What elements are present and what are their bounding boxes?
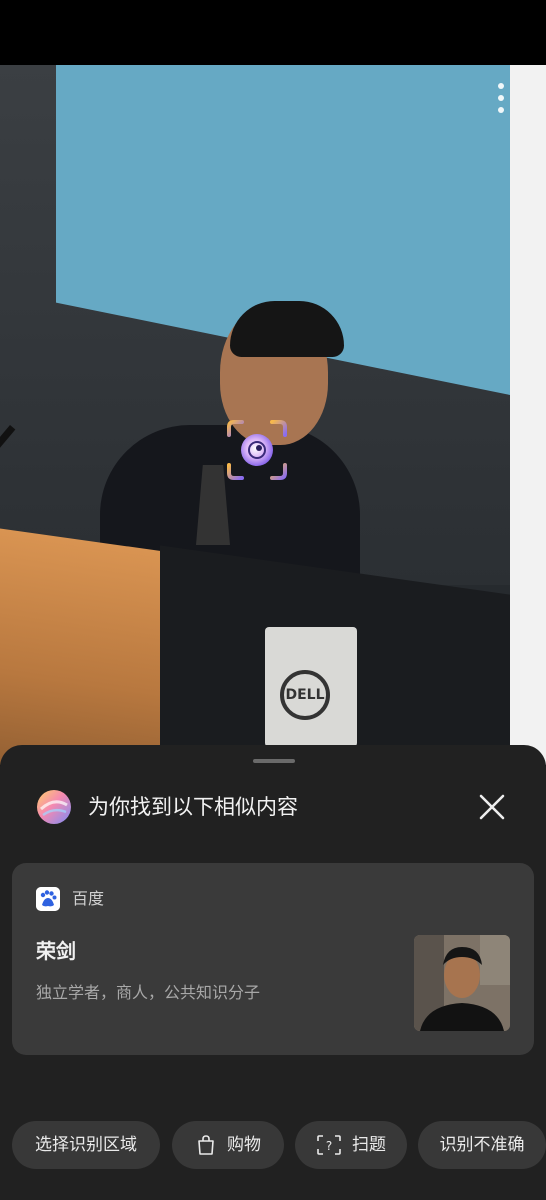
- result-thumbnail[interactable]: [414, 935, 510, 1031]
- shopping-bag-icon: [198, 1135, 214, 1155]
- baidu-paw-icon: [36, 887, 60, 911]
- shopping-button[interactable]: 购物: [172, 1121, 284, 1169]
- result-sheet: 为你找到以下相似内容 百度 荣剑 独立学者，商人，公共知识分子 选择识别区域 购…: [0, 745, 546, 1200]
- close-icon[interactable]: [474, 789, 510, 825]
- scan-question-button[interactable]: ? 扫题: [295, 1121, 407, 1169]
- shopping-label: 购物: [227, 1135, 261, 1155]
- action-chips: 选择识别区域 购物 ? 扫题 识别不准确: [12, 1121, 546, 1171]
- captured-photo[interactable]: DELL: [0, 65, 510, 765]
- result-description: 独立学者，商人，公共知识分子: [36, 983, 261, 1002]
- sheet-title: 为你找到以下相似内容: [88, 795, 298, 819]
- scan-question-label: 扫题: [352, 1135, 386, 1155]
- source-name: 百度: [72, 889, 105, 908]
- svg-text:?: ?: [326, 1139, 332, 1153]
- select-region-button[interactable]: 选择识别区域: [12, 1121, 160, 1169]
- photo-edge: [510, 65, 546, 765]
- sheet-drag-handle[interactable]: [253, 759, 295, 763]
- face-scan-icon[interactable]: [226, 419, 288, 481]
- result-name: 荣剑: [36, 939, 76, 963]
- inaccurate-result-button[interactable]: 识别不准确: [418, 1121, 546, 1169]
- select-region-label: 选择识别区域: [35, 1135, 137, 1155]
- result-card[interactable]: 百度 荣剑 独立学者，商人，公共知识分子: [12, 863, 534, 1055]
- more-vertical-icon[interactable]: [497, 83, 505, 117]
- monitor-logo: DELL: [280, 670, 330, 720]
- assistant-orb-icon: [37, 790, 71, 824]
- sheet-header: 为你找到以下相似内容: [36, 787, 510, 827]
- status-bar: [0, 0, 546, 65]
- scan-question-icon: ?: [317, 1135, 341, 1155]
- inaccurate-result-label: 识别不准确: [439, 1135, 525, 1155]
